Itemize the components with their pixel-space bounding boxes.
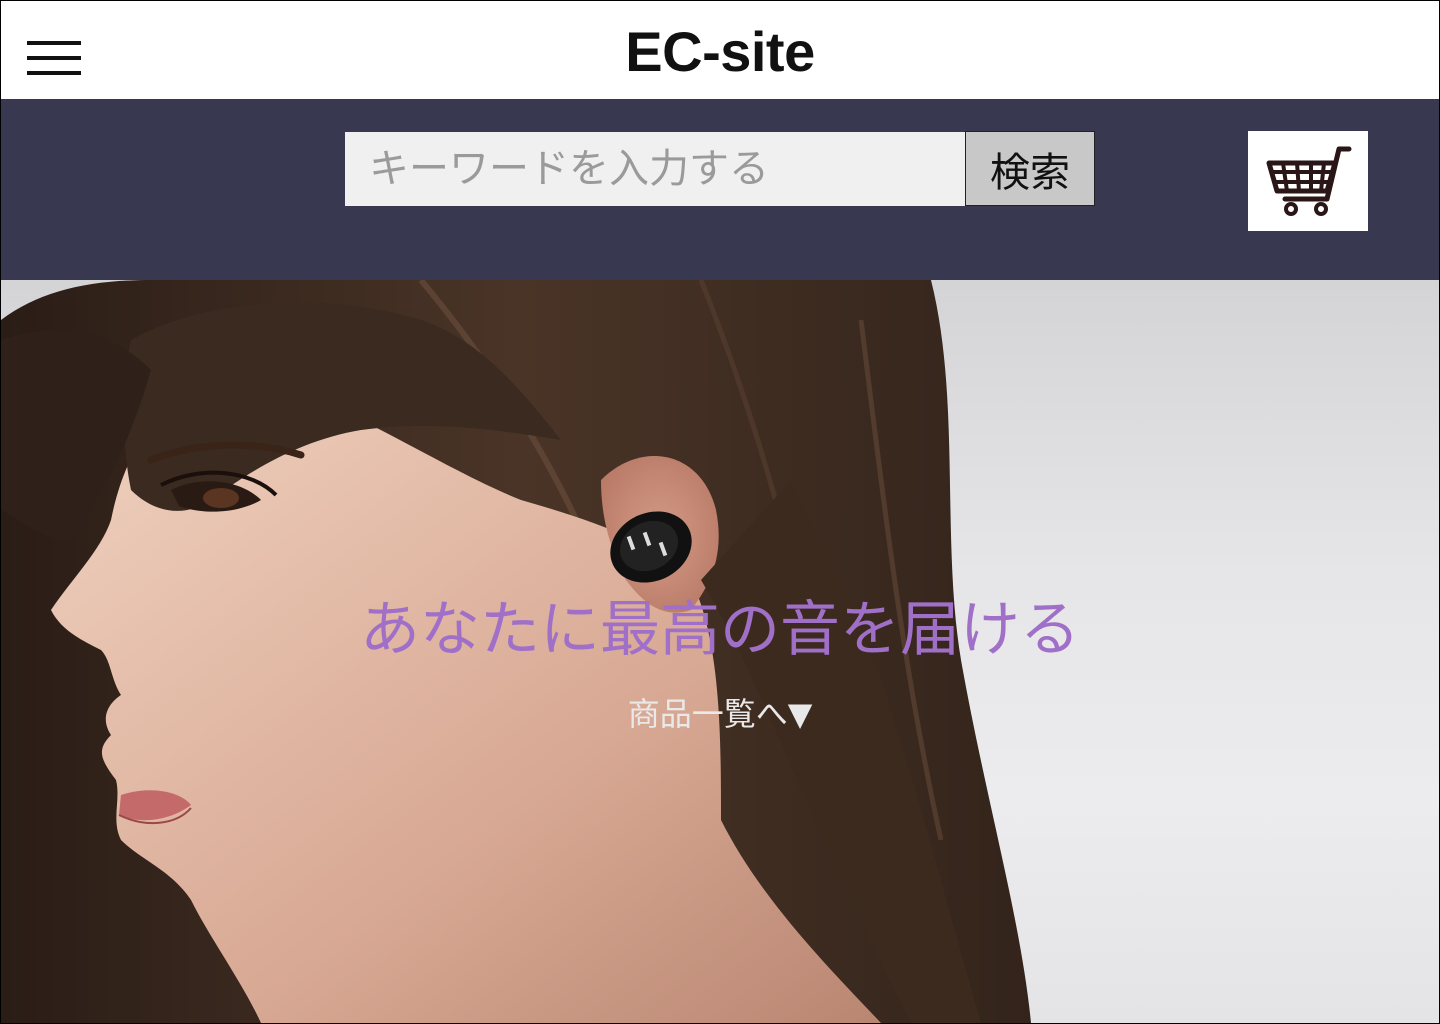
search-button[interactable]: 検索	[965, 131, 1095, 206]
product-list-link[interactable]: 商品一覧へ▼	[1, 692, 1439, 736]
shopping-cart-icon	[1266, 146, 1352, 216]
cart-button[interactable]	[1248, 131, 1368, 231]
hero-headline: あなたに最高の音を届ける	[360, 595, 1080, 665]
search-bar: 検索	[1, 99, 1439, 280]
site-title[interactable]: EC-site	[1, 17, 1439, 87]
site-header: EC-site	[1, 1, 1439, 99]
search-input[interactable]	[345, 132, 965, 206]
hero-banner: あなたに最高の音を届ける 商品一覧へ▼	[1, 280, 1439, 1023]
page-frame: EC-site 検索	[0, 0, 1440, 1024]
